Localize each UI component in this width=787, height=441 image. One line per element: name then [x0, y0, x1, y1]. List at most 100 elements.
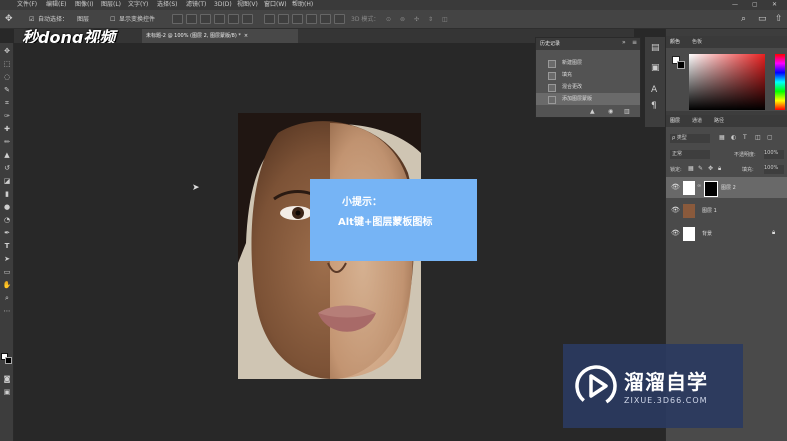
gradient-tool-icon[interactable]: ▮ — [2, 190, 12, 198]
type-tool-icon[interactable]: T — [2, 242, 12, 250]
minimize-icon[interactable]: — — [732, 0, 738, 10]
filter-shape-icon[interactable]: ◫ — [755, 134, 761, 141]
history-item[interactable]: 填充 — [536, 69, 640, 81]
color-spectrum-picker[interactable] — [689, 54, 765, 110]
screen-mode-icon[interactable]: ▣ — [2, 388, 12, 396]
3d-pan-icon[interactable]: ✣ — [414, 10, 419, 29]
hue-slider[interactable] — [775, 54, 785, 110]
tab-active-document[interactable]: 未标题-2 @ 100% (图层 2, 图层蒙版/8) * × — [142, 29, 298, 43]
tab-layers[interactable]: 图层 — [670, 117, 680, 124]
menu-help[interactable]: 帮助(H) — [292, 0, 313, 10]
camera-icon[interactable]: ◉ — [608, 108, 613, 115]
history-item[interactable]: 新建图层 — [536, 57, 640, 69]
3d-scale-icon[interactable]: ◫ — [442, 10, 448, 29]
panel-menu-icon[interactable]: ≡ — [632, 39, 637, 46]
lasso-tool-icon[interactable]: ◌ — [2, 73, 12, 81]
align-bottom-icon[interactable] — [200, 14, 211, 24]
menu-image[interactable]: 图像(I) — [75, 0, 93, 10]
dodge-tool-icon[interactable]: ◔ — [2, 216, 12, 224]
filter-type-icon[interactable]: T — [743, 134, 747, 141]
layer-thumbnail[interactable] — [683, 227, 695, 241]
lock-move-icon[interactable]: ✥ — [708, 165, 713, 172]
menu-window[interactable]: 窗口(W) — [264, 0, 287, 10]
layer-mask-thumbnail[interactable] — [704, 181, 718, 197]
align-right-icon[interactable] — [242, 14, 253, 24]
path-select-tool-icon[interactable]: ➤ — [2, 255, 12, 263]
background-color-chip[interactable] — [677, 61, 685, 69]
visibility-eye-icon[interactable]: 👁︎ — [671, 206, 680, 214]
eraser-tool-icon[interactable]: ◪ — [2, 177, 12, 185]
search-icon[interactable]: ⌕ — [741, 10, 746, 29]
history-brush-tool-icon[interactable]: ↺ — [2, 164, 12, 172]
link-chain-icon[interactable]: ∞ — [697, 183, 701, 189]
maximize-icon[interactable]: ▢ — [752, 0, 758, 10]
collapse-panel-icon[interactable]: » — [622, 39, 626, 46]
paragraph-panel-icon[interactable]: ¶ — [651, 101, 657, 111]
marquee-tool-icon[interactable]: ⬚ — [2, 60, 12, 68]
history-item[interactable]: 混合更改 — [536, 81, 640, 93]
blend-mode-dropdown[interactable]: 正常 — [670, 150, 710, 159]
close-icon[interactable]: ✕ — [772, 0, 777, 10]
history-panel-title[interactable]: 历史记录 — [540, 40, 560, 47]
menu-file[interactable]: 文件(F) — [17, 0, 37, 10]
move-tool-icon[interactable]: ✥ — [2, 47, 12, 55]
visibility-eye-icon[interactable]: 👁︎ — [671, 229, 680, 237]
menu-filter[interactable]: 滤镜(T) — [186, 0, 206, 10]
align-left-icon[interactable] — [214, 14, 225, 24]
filter-pixel-icon[interactable]: ▦ — [719, 134, 725, 141]
distribute-hcenter-icon[interactable] — [320, 14, 331, 24]
3d-slide-icon[interactable]: ⇕ — [428, 10, 433, 29]
tab-channels[interactable]: 通道 — [692, 117, 702, 124]
menu-select[interactable]: 选择(S) — [157, 0, 178, 10]
quick-mask-icon[interactable]: ◙ — [2, 375, 12, 383]
shape-tool-icon[interactable]: ▭ — [2, 268, 12, 276]
quick-select-tool-icon[interactable]: ✎ — [2, 86, 12, 94]
layer-thumbnail[interactable] — [683, 181, 695, 195]
distribute-top-icon[interactable] — [264, 14, 275, 24]
filter-smart-object-icon[interactable]: ▢ — [767, 134, 773, 141]
zoom-tool-icon[interactable]: ⌕ — [2, 294, 12, 302]
filter-adjustment-icon[interactable]: ◐ — [731, 134, 736, 141]
history-panel-icon[interactable]: ▤ — [651, 43, 660, 53]
menu-layer[interactable]: 图层(L) — [101, 0, 121, 10]
move-tool-icon[interactable]: ✥ — [5, 10, 13, 29]
pen-tool-icon[interactable]: ✒ — [2, 229, 12, 237]
tab-color[interactable]: 颜色 — [670, 38, 680, 45]
character-panel-icon[interactable]: A — [651, 85, 657, 95]
history-item-selected[interactable]: 添加图层蒙版 — [536, 93, 640, 105]
layer-thumbnail[interactable] — [683, 204, 695, 218]
visibility-eye-icon[interactable]: 👁︎ — [671, 183, 680, 191]
align-top-icon[interactable] — [172, 14, 183, 24]
distribute-vcenter-icon[interactable] — [278, 14, 289, 24]
align-vcenter-icon[interactable] — [186, 14, 197, 24]
tab-paths[interactable]: 路径 — [714, 117, 724, 124]
brush-tool-icon[interactable]: ✏ — [2, 138, 12, 146]
lock-all-icon[interactable]: 🔒︎ — [718, 165, 721, 173]
menu-view[interactable]: 视图(V) — [237, 0, 258, 10]
share-icon[interactable]: ⇧ — [775, 10, 783, 29]
tab-swatches[interactable]: 色板 — [692, 38, 702, 45]
trash-icon[interactable]: ▥ — [624, 108, 630, 115]
align-hcenter-icon[interactable] — [228, 14, 239, 24]
3d-roll-icon[interactable]: ⊚ — [400, 10, 405, 29]
distribute-bottom-icon[interactable] — [292, 14, 303, 24]
workspace-icon[interactable]: ▭ — [758, 10, 767, 29]
background-color-swatch[interactable] — [5, 357, 12, 364]
layer-kind-filter[interactable]: ρ 类型 — [670, 134, 710, 143]
lock-transparent-icon[interactable]: ▦ — [688, 165, 694, 172]
new-snapshot-icon[interactable]: ▲ — [590, 108, 595, 115]
3d-orbit-icon[interactable]: ⊙ — [386, 10, 391, 29]
layer-row-selected[interactable]: 👁︎ ∞ 图层 2 — [666, 177, 787, 198]
more-tools-icon[interactable]: ⋯ — [2, 307, 12, 315]
blur-tool-icon[interactable]: ● — [2, 203, 12, 211]
menu-type[interactable]: 文字(Y) — [128, 0, 148, 10]
eyedropper-tool-icon[interactable]: ✑ — [2, 112, 12, 120]
layer-row[interactable]: 👁︎ 背景 🔒︎ — [666, 223, 787, 244]
menu-edit[interactable]: 编辑(E) — [46, 0, 66, 10]
opacity-input[interactable]: 100% — [764, 150, 784, 159]
stamp-tool-icon[interactable]: ▲ — [2, 151, 12, 159]
properties-panel-icon[interactable]: ▣ — [651, 63, 660, 73]
healing-tool-icon[interactable]: ✚ — [2, 125, 12, 133]
distribute-right-icon[interactable] — [334, 14, 345, 24]
hand-tool-icon[interactable]: ✋ — [2, 281, 12, 289]
